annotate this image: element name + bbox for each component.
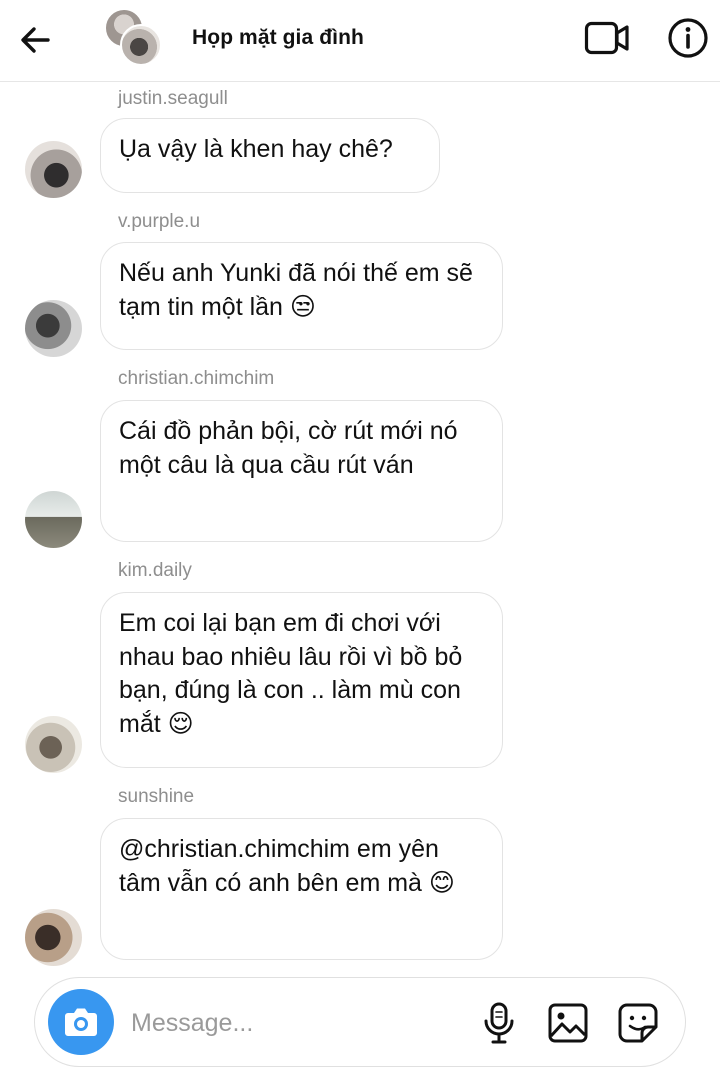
- gallery-button[interactable]: [547, 1002, 589, 1044]
- microphone-icon: [484, 1002, 514, 1044]
- message-bubble[interactable]: Nếu anh Yunki đã nói thế em sẽ tạm tin m…: [100, 242, 503, 350]
- sticker-button[interactable]: [617, 1002, 659, 1044]
- camera-button[interactable]: [48, 989, 114, 1055]
- message-text: @christian.chimchim em yên tâm vẫn có an…: [119, 835, 455, 897]
- sender-name: v.purple.u: [118, 211, 201, 232]
- info-circle-icon: [668, 18, 708, 58]
- chat-header: Họp mặt gia đình: [0, 0, 720, 82]
- video-camera-icon: [584, 21, 629, 55]
- sender-name: justin.seagull: [118, 88, 228, 109]
- back-button[interactable]: [16, 20, 56, 60]
- camera-icon: [65, 1008, 97, 1036]
- chat-title[interactable]: Họp mặt gia đình: [192, 26, 364, 50]
- sender-name: sunshine: [118, 786, 195, 807]
- message-composer: [34, 977, 686, 1067]
- avatar[interactable]: [25, 300, 82, 357]
- sender-name: christian.chimchim: [118, 368, 275, 389]
- arrow-left-icon: [21, 27, 50, 53]
- info-button[interactable]: [666, 16, 710, 60]
- message-text: Em coi lại bạn em đi chơi với nhau bao n…: [119, 609, 463, 738]
- message-bubble[interactable]: @christian.chimchim em yên tâm vẫn có an…: [100, 818, 503, 960]
- avatar[interactable]: [25, 716, 82, 773]
- avatar: [120, 24, 162, 66]
- voice-message-button[interactable]: [479, 1002, 519, 1044]
- message-bubble[interactable]: Cái đồ phản bội, cờ rút mới nó một câu l…: [100, 400, 503, 542]
- video-call-button[interactable]: [584, 18, 630, 58]
- message-text: Cái đồ phản bội, cờ rút mới nó một câu l…: [119, 417, 458, 479]
- message-list[interactable]: justin.seagull Ụa vậy là khen hay chê? v…: [0, 83, 720, 966]
- message-text: Ụa vậy là khen hay chê?: [119, 135, 393, 163]
- message-bubble[interactable]: Ụa vậy là khen hay chê?: [100, 118, 440, 193]
- avatar[interactable]: [25, 141, 82, 198]
- sender-name: kim.daily: [118, 560, 192, 581]
- avatar[interactable]: [25, 491, 82, 548]
- message-input[interactable]: [131, 1004, 451, 1042]
- avatar[interactable]: [25, 909, 82, 966]
- image-icon: [548, 1003, 588, 1043]
- message-bubble[interactable]: Em coi lại bạn em đi chơi với nhau bao n…: [100, 592, 503, 768]
- sticker-icon: [618, 1003, 658, 1043]
- message-text: Nếu anh Yunki đã nói thế em sẽ tạm tin m…: [119, 259, 473, 321]
- group-avatar[interactable]: [104, 8, 162, 66]
